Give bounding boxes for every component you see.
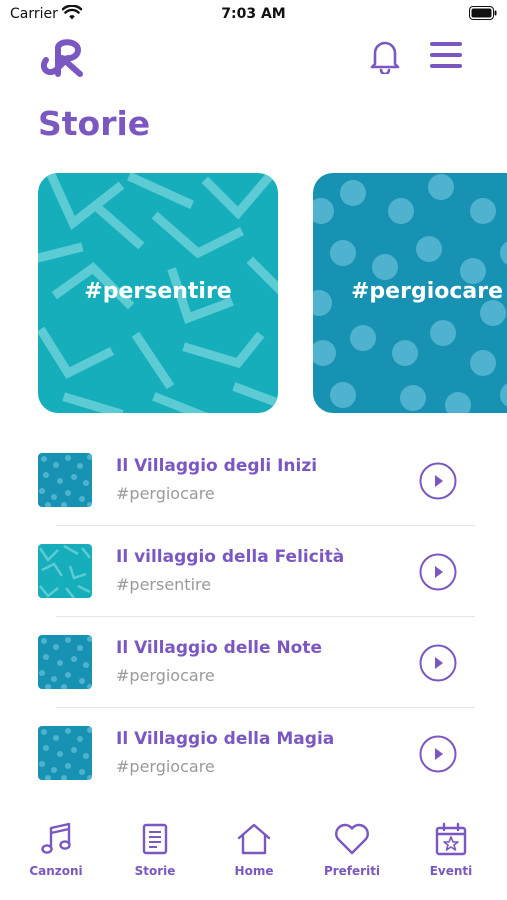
play-button[interactable] [419,462,457,500]
story-title: Il Villaggio degli Inizi [116,456,318,476]
tab-canzoni[interactable]: Canzoni [11,812,101,892]
story-thumbnail [38,544,92,598]
tab-label: Canzoni [29,864,83,878]
story-tag: #pergiocare [116,666,215,685]
list-item[interactable]: Il Villaggio degli Inizi #pergiocare [0,435,507,526]
play-button[interactable] [419,553,457,591]
home-icon [237,823,271,855]
tab-eventi[interactable]: Eventi [406,812,496,892]
play-button[interactable] [419,735,457,773]
list-item[interactable]: Il Villaggio delle Note #pergiocare [0,617,507,708]
tab-storie[interactable]: Storie [110,812,200,892]
tab-label: Home [234,864,274,878]
clock: 7:03 AM [221,6,286,22]
tab-home[interactable]: Home [209,812,299,892]
story-thumbnail [38,453,92,507]
dots-pattern [39,454,92,507]
tab-label: Storie [134,864,176,878]
document-icon [142,823,168,855]
bottom-tab-bar: Canzoni Storie Home Preferiti Eventi [0,812,507,900]
menu-icon[interactable] [429,40,463,70]
story-tag: #persentire [116,575,212,594]
bell-icon[interactable] [369,38,401,74]
app-logo[interactable] [38,38,86,78]
tab-label: Preferiti [323,864,381,878]
app-header [0,36,507,78]
play-button[interactable] [419,644,457,682]
heart-icon [335,823,369,855]
featured-card-label: #persentire [84,279,232,304]
story-title: Il villaggio della Felicità [116,547,345,567]
calendar-star-icon [435,822,467,856]
list-item[interactable]: Il Villaggio della Magia #pergiocare [0,708,507,799]
tab-label: Eventi [429,864,473,878]
music-note-icon [41,822,71,854]
story-thumbnail [38,726,92,780]
zigzag-pattern [38,544,91,598]
featured-card-pergiocare[interactable]: #pergiocare [313,173,507,413]
dots-pattern [39,636,92,689]
featured-carousel[interactable]: #persentire #pergiocare [0,173,507,413]
dots-pattern [39,727,92,780]
story-title: Il Villaggio delle Note [116,638,323,658]
story-tag: #pergiocare [116,484,215,503]
story-thumbnail [38,635,92,689]
featured-card-persentire[interactable]: #persentire [38,173,278,413]
status-bar: Carrier 7:03 AM [0,0,507,30]
tab-preferiti[interactable]: Preferiti [307,812,397,892]
list-item[interactable]: Il villaggio della Felicità #persentire [0,526,507,617]
story-title: Il Villaggio della Magia [116,729,335,749]
page-title: Storie [38,104,151,143]
story-tag: #pergiocare [116,757,215,776]
featured-card-label: #pergiocare [351,279,504,304]
battery-icon [469,6,497,20]
